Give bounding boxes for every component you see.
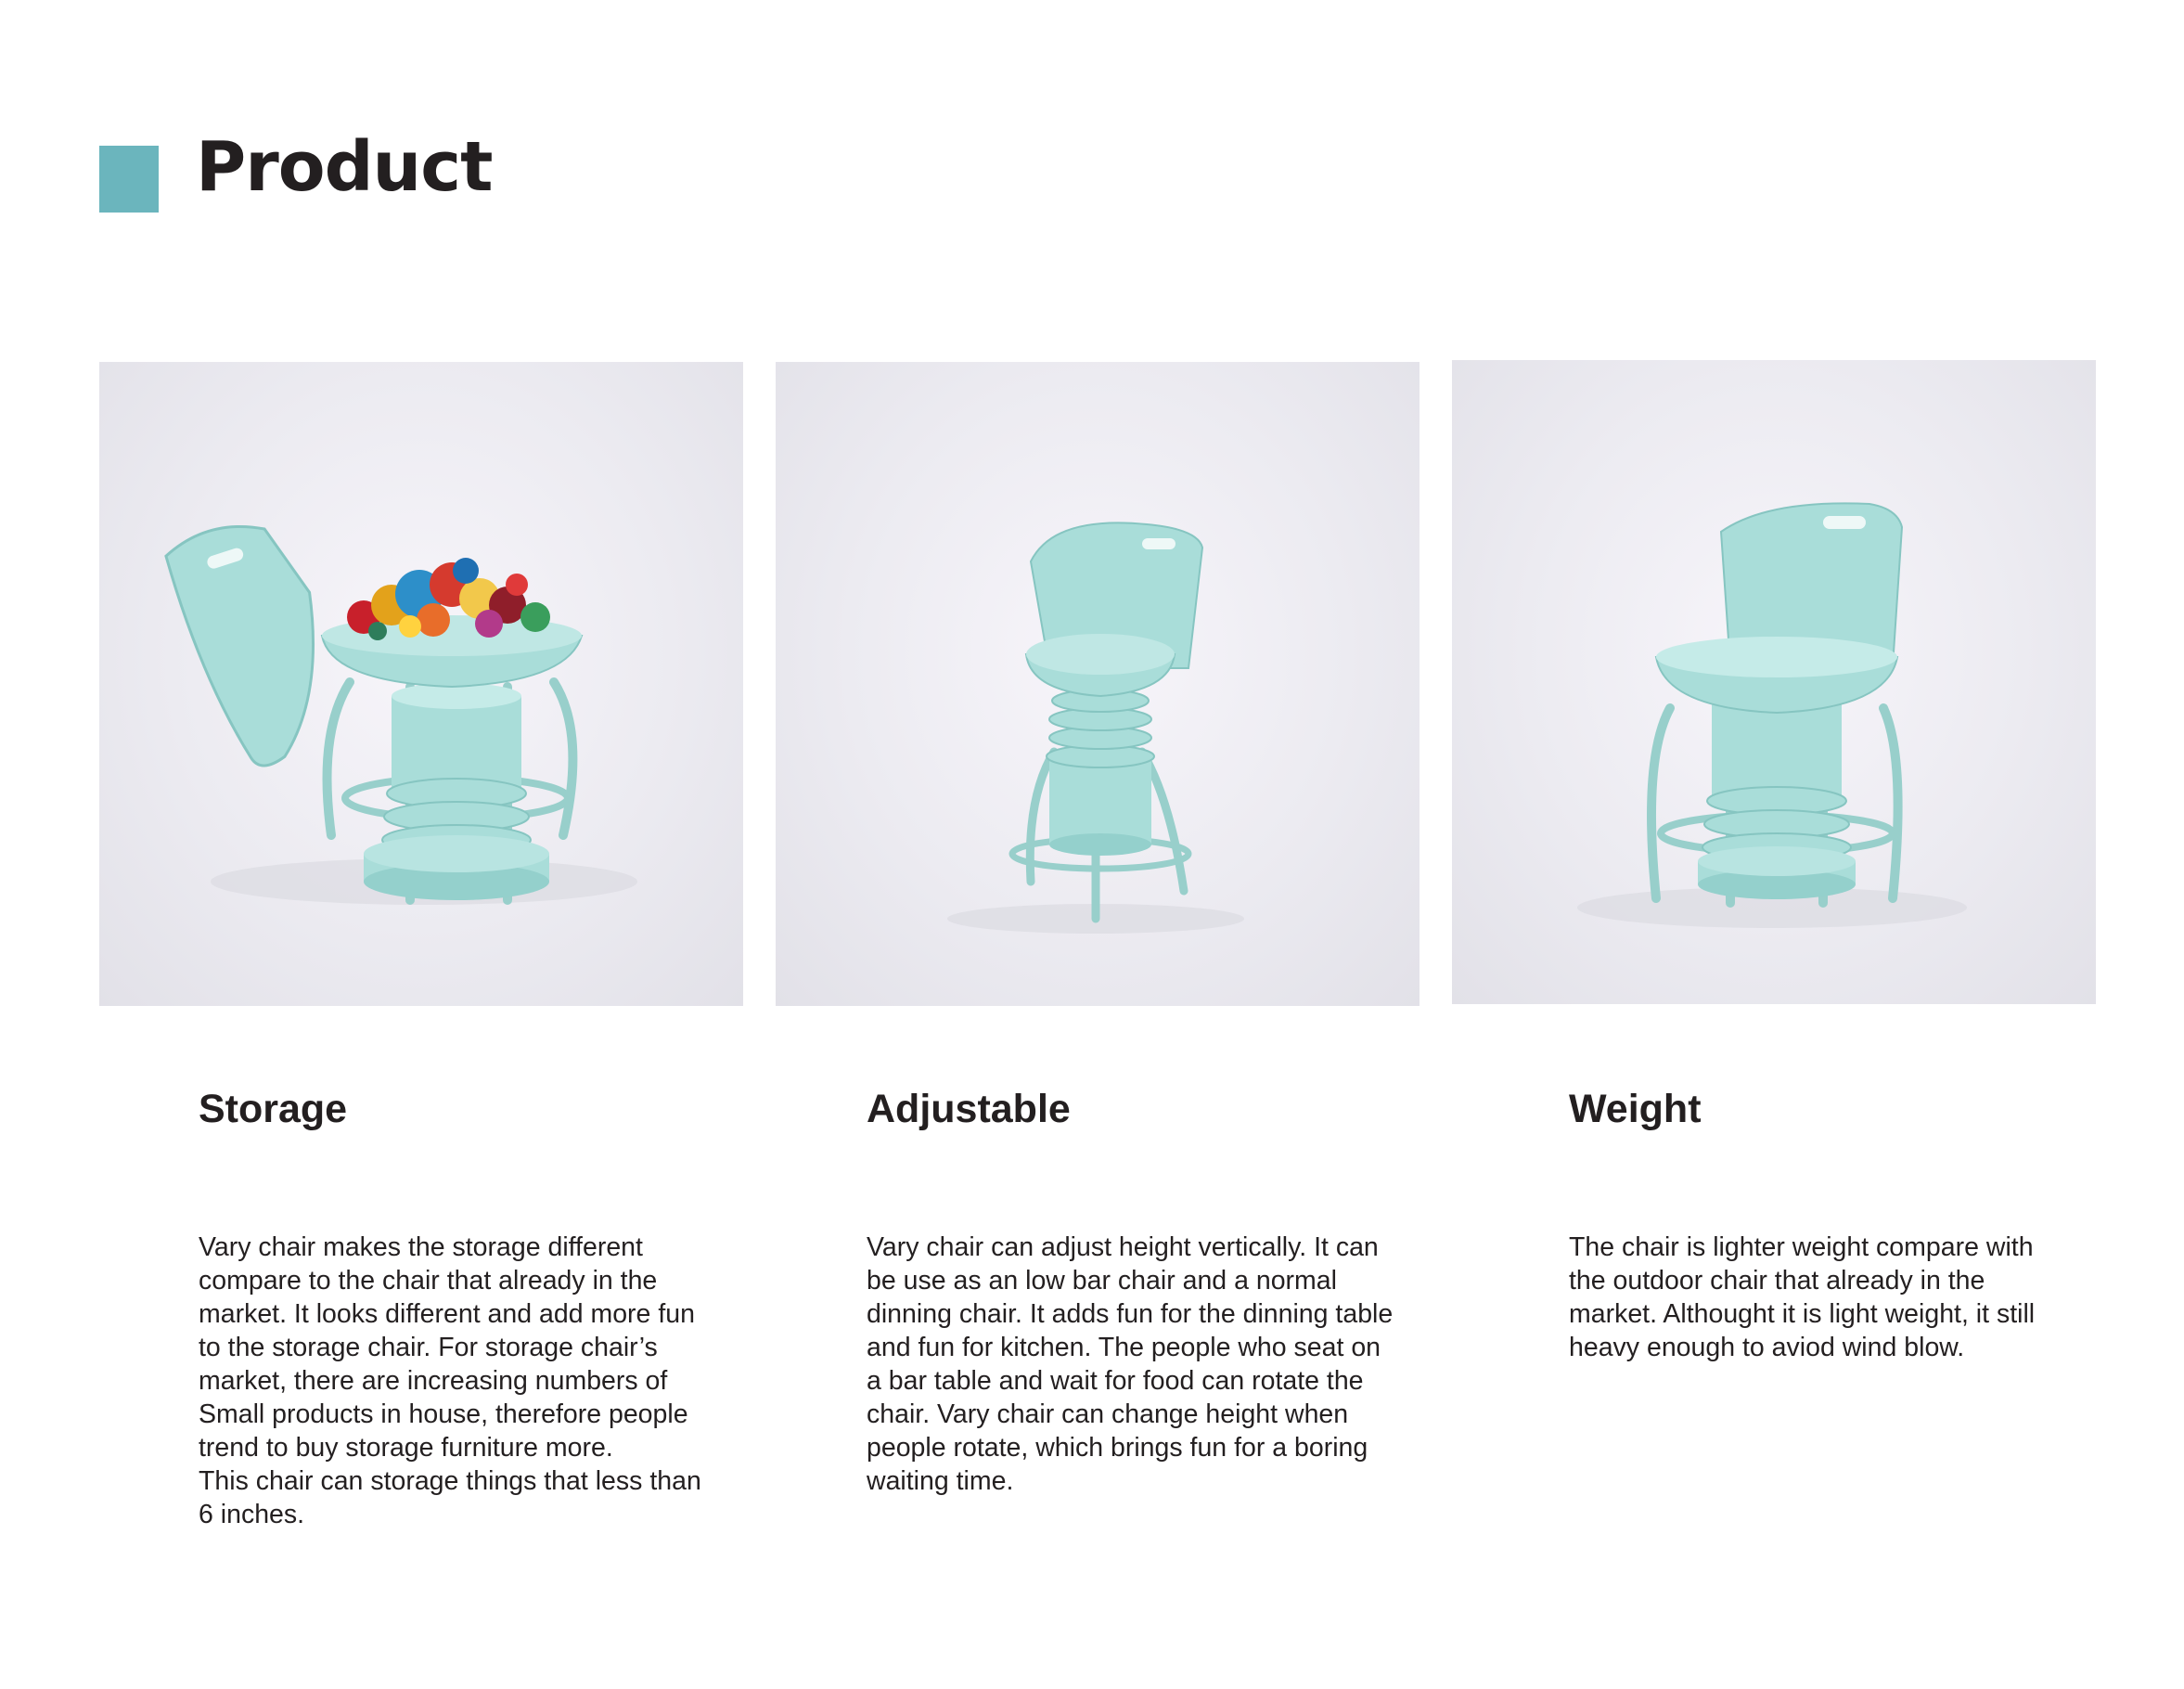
weight-heading: Weight: [1569, 1087, 1702, 1131]
adjustable-chair-image: [776, 362, 1420, 1006]
adjustable-description: Vary chair can adjust height vertically.…: [867, 1232, 1394, 1496]
storage-chair-illustration: [164, 525, 637, 905]
page-title: Product: [196, 127, 493, 207]
adjustable-heading: Adjustable: [867, 1087, 1071, 1131]
weight-chair-image: [1452, 360, 2096, 1004]
storage-heading: Storage: [199, 1087, 348, 1131]
adjustable-chair-illustration: [947, 522, 1244, 934]
weight-chair-illustration: [1577, 502, 1967, 928]
storage-description: Vary chair makes the storage different c…: [199, 1232, 701, 1529]
title-accent-square: [99, 146, 159, 213]
weight-description: The chair is lighter weight compare with…: [1569, 1232, 2036, 1362]
storage-chair-image: [99, 362, 743, 1006]
